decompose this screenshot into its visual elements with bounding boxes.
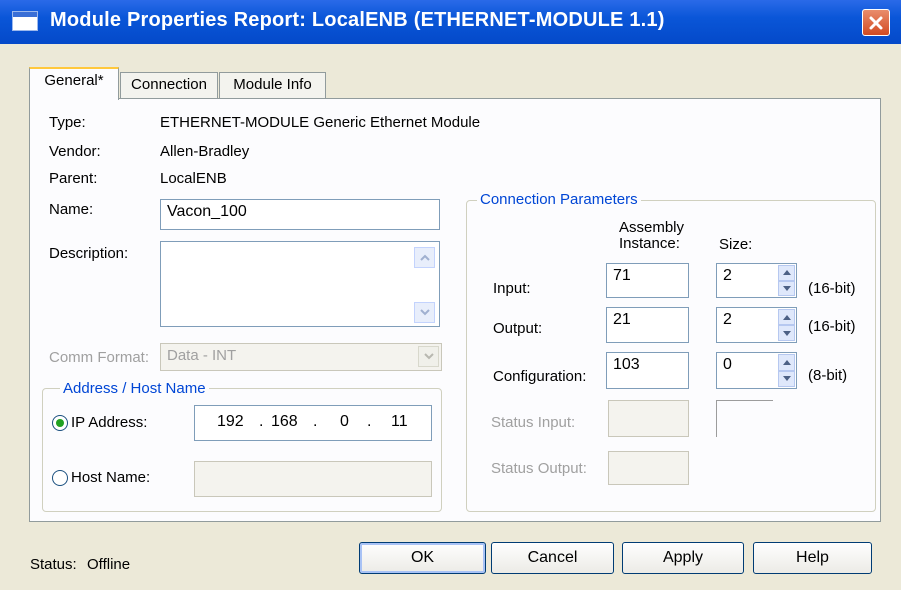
- input-unit: (16-bit): [808, 280, 856, 297]
- output-label: Output:: [493, 320, 543, 337]
- output-size-value: 2: [723, 311, 732, 328]
- status-input-field: [608, 400, 689, 437]
- input-label: Input:: [493, 280, 531, 297]
- vendor-label: Vendor:: [49, 143, 101, 160]
- size-header: Size:: [719, 236, 753, 253]
- ip-octet-1: 192: [217, 413, 244, 430]
- parent-label: Parent:: [49, 170, 98, 187]
- apply-button[interactable]: Apply: [622, 542, 744, 574]
- scroll-down-button[interactable]: [414, 302, 435, 323]
- window-title: Module Properties Report: LocalENB (ETHE…: [50, 9, 665, 31]
- address-group-title: Address / Host Name: [60, 380, 209, 397]
- input-instance-field[interactable]: 71: [606, 263, 689, 298]
- assembly-header-line1: Assembly: [619, 219, 685, 236]
- tab-module-info[interactable]: Module Info: [219, 72, 326, 98]
- title-bar[interactable]: Module Properties Report: LocalENB (ETHE…: [0, 0, 901, 44]
- status-label: Status:: [30, 556, 77, 573]
- scroll-up-icon: [419, 254, 430, 261]
- configuration-size-spinner[interactable]: [778, 354, 795, 387]
- output-unit: (16-bit): [808, 318, 856, 335]
- description-textarea[interactable]: [160, 241, 440, 327]
- output-instance-field[interactable]: 21: [606, 307, 689, 343]
- comm-format-select[interactable]: Data - INT: [160, 343, 442, 371]
- assembly-instance-header: Assembly Instance:: [619, 220, 684, 252]
- spin-down-icon[interactable]: [778, 370, 795, 387]
- ip-separator: .: [367, 413, 372, 430]
- parent-value: LocalENB: [160, 170, 227, 187]
- cancel-button[interactable]: Cancel: [491, 542, 614, 574]
- configuration-instance-field[interactable]: 103: [606, 352, 689, 389]
- host-name-label: Host Name:: [71, 469, 151, 486]
- window-icon: [12, 11, 38, 31]
- spin-down-icon[interactable]: [778, 280, 795, 296]
- input-size-field[interactable]: 2: [716, 263, 797, 298]
- output-size-field[interactable]: 2: [716, 307, 797, 343]
- type-label: Type:: [49, 114, 86, 131]
- help-button[interactable]: Help: [753, 542, 872, 574]
- ip-separator: .: [313, 413, 318, 430]
- host-name-input[interactable]: [194, 461, 432, 497]
- scroll-up-button[interactable]: [414, 247, 435, 268]
- ip-address-label: IP Address:: [71, 414, 148, 431]
- dropdown-arrow-icon: [423, 353, 434, 360]
- connection-parameters-title: Connection Parameters: [477, 191, 641, 208]
- output-size-spinner[interactable]: [778, 309, 795, 341]
- close-icon: [869, 16, 883, 29]
- ip-octet-3: 0: [340, 413, 349, 430]
- spin-up-icon[interactable]: [778, 265, 795, 281]
- description-label: Description:: [49, 245, 129, 262]
- vendor-value: Allen-Bradley: [160, 143, 250, 160]
- status-output-field: [608, 451, 689, 485]
- input-size-value: 2: [723, 267, 732, 284]
- ip-octet-4: 11: [391, 413, 408, 430]
- status-value: Offline: [87, 556, 131, 573]
- comm-format-dropdown-button[interactable]: [418, 346, 439, 367]
- ok-button[interactable]: OK: [359, 542, 486, 574]
- spin-up-icon[interactable]: [778, 354, 795, 371]
- assembly-header-line2: Instance:: [619, 235, 680, 252]
- spin-down-icon[interactable]: [778, 325, 795, 341]
- tab-connection[interactable]: Connection: [120, 72, 218, 98]
- ip-octet-2: 168: [271, 413, 298, 430]
- configuration-size-value: 0: [723, 356, 732, 373]
- tab-general[interactable]: General*: [29, 67, 119, 100]
- ip-separator: .: [259, 413, 264, 430]
- configuration-size-field[interactable]: 0: [716, 352, 797, 389]
- status-input-size-field: [716, 400, 773, 437]
- host-name-radio[interactable]: [52, 470, 68, 486]
- configuration-label: Configuration:: [493, 368, 587, 385]
- ip-address-input[interactable]: 192 . 168 . 0 . 11: [194, 405, 432, 441]
- scroll-down-icon: [419, 309, 430, 316]
- configuration-unit: (8-bit): [808, 367, 848, 384]
- comm-format-label: Comm Format:: [49, 349, 150, 366]
- type-value: ETHERNET-MODULE Generic Ethernet Module: [160, 114, 481, 131]
- name-label: Name:: [49, 201, 94, 218]
- input-size-spinner[interactable]: [778, 265, 795, 296]
- status-input-label: Status Input:: [491, 414, 576, 431]
- close-button[interactable]: [862, 9, 890, 36]
- name-input[interactable]: Vacon_100: [160, 199, 440, 230]
- status-output-label: Status Output:: [491, 460, 587, 477]
- spin-up-icon[interactable]: [778, 309, 795, 325]
- ip-address-radio[interactable]: [52, 415, 68, 431]
